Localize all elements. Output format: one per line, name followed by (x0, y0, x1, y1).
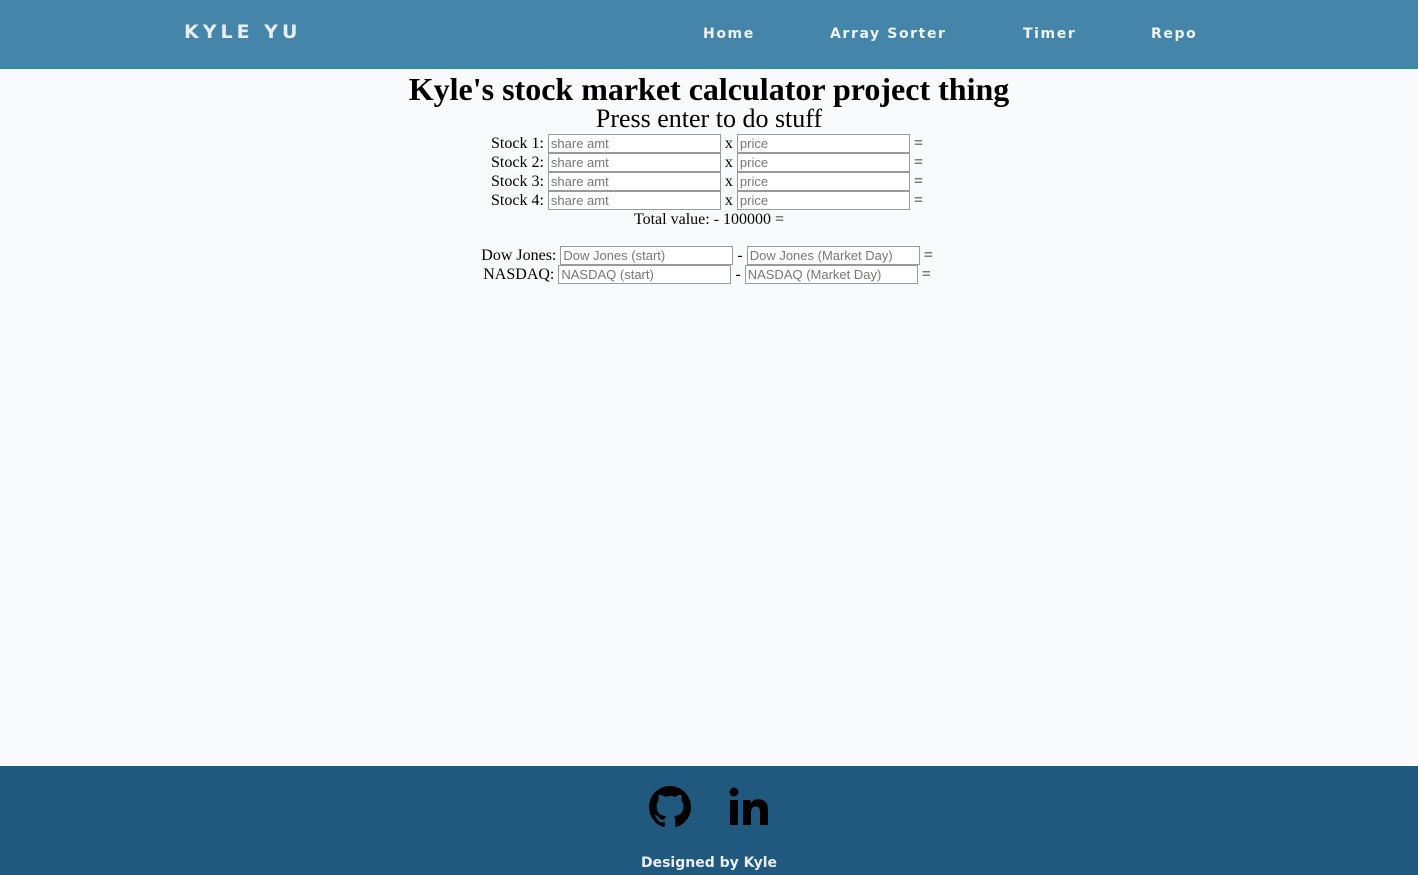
stock-label: Stock 2: (491, 154, 544, 171)
price-input[interactable] (736, 134, 910, 153)
nasdaq-start-input[interactable] (558, 265, 732, 284)
share-amount-input[interactable] (547, 172, 721, 191)
minus-sign: - (735, 266, 741, 283)
multiply-sign: x (724, 192, 733, 209)
footer-credit: Designed by Kyle (640, 855, 778, 871)
total-value-row: Total value: - 100000 = (0, 210, 1418, 229)
stock-row-2: Stock 2: x = (0, 153, 1418, 172)
equals-sign: = (913, 154, 923, 171)
share-amount-input[interactable] (547, 153, 721, 172)
total-value-text: Total value: - 100000 = (633, 211, 785, 228)
stock-row-4: Stock 4: x = (0, 191, 1418, 210)
nav-home[interactable]: Home (703, 26, 755, 42)
page-title: Kyle's stock market calculator project t… (408, 71, 1010, 107)
stock-label: Stock 3: (491, 173, 544, 190)
stock-label: Stock 1: (491, 135, 544, 152)
main-content: Kyle's stock market calculator project t… (0, 69, 1418, 766)
multiply-sign: x (724, 173, 733, 190)
equals-sign: = (923, 247, 933, 264)
stock-row-1: Stock 1: x = (0, 134, 1418, 153)
page-subtitle: Press enter to do stuff (595, 104, 823, 133)
equals-sign: = (913, 135, 923, 152)
price-input[interactable] (736, 191, 910, 210)
brand-logo[interactable]: KYLE YU (184, 21, 301, 43)
share-amount-input[interactable] (547, 134, 721, 153)
dow-jones-row: Dow Jones: - = (0, 246, 1418, 265)
minus-sign: - (737, 247, 743, 264)
multiply-sign: x (724, 154, 733, 171)
share-amount-input[interactable] (547, 191, 721, 210)
stock-row-3: Stock 3: x = (0, 172, 1418, 191)
equals-sign: = (921, 266, 931, 283)
index-label: NASDAQ: (483, 266, 555, 283)
dow-jones-start-input[interactable] (560, 246, 734, 265)
navbar: KYLE YU Home Array Sorter Timer Repo (0, 0, 1418, 69)
dow-jones-market-day-input[interactable] (746, 246, 920, 265)
multiply-sign: x (724, 135, 733, 152)
equals-sign: = (913, 192, 923, 209)
index-label: Dow Jones: (481, 247, 557, 264)
github-icon[interactable] (649, 786, 691, 828)
nasdaq-row: NASDAQ: - = (0, 265, 1418, 284)
stock-label: Stock 4: (491, 192, 544, 209)
linkedin-icon[interactable] (729, 786, 771, 828)
equals-sign: = (913, 173, 923, 190)
nav-array-sorter[interactable]: Array Sorter (830, 26, 947, 42)
price-input[interactable] (736, 153, 910, 172)
nav-timer[interactable]: Timer (1023, 26, 1076, 42)
price-input[interactable] (736, 172, 910, 191)
nasdaq-market-day-input[interactable] (744, 265, 918, 284)
nav-repo[interactable]: Repo (1151, 26, 1197, 42)
